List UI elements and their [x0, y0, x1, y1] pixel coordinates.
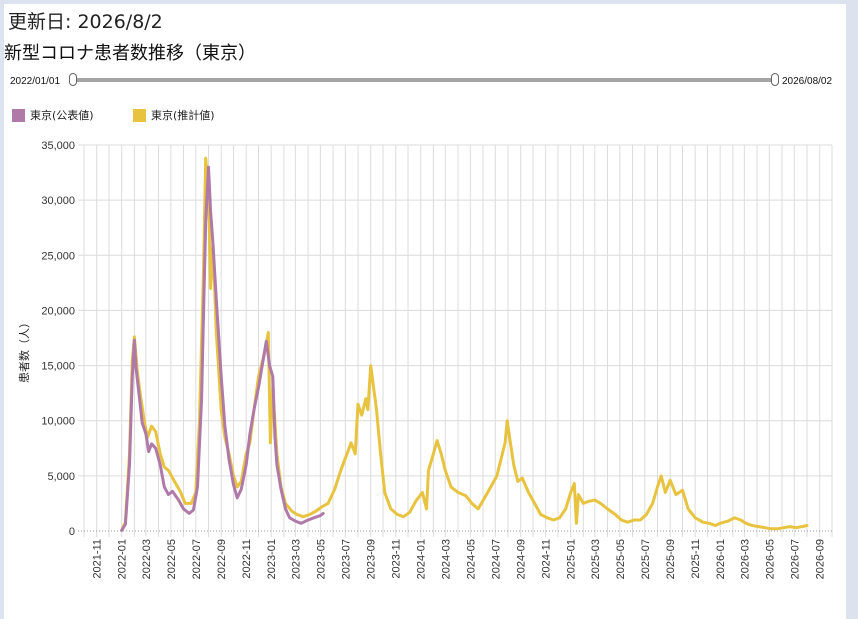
y-tick-label: 20,000: [41, 305, 75, 317]
x-tick-label: 2022-01: [117, 539, 129, 579]
series-line-estimated: [120, 156, 809, 532]
y-tick-label: 10,000: [41, 416, 75, 428]
x-tick-label: 2022-05: [166, 539, 178, 579]
x-tick-label: 2026-05: [764, 539, 776, 579]
x-tick-label: 2024-09: [516, 539, 528, 579]
x-tick-label: 2025-05: [615, 539, 627, 579]
y-tick-label: 0: [69, 526, 75, 538]
x-tick-label: 2025-01: [566, 539, 578, 579]
x-tick-label: 2022-03: [141, 539, 153, 579]
x-tick-label: 2026-01: [715, 539, 727, 579]
x-tick-label: 2023-07: [340, 539, 352, 579]
x-tick-label: 2025-11: [690, 539, 702, 579]
y-tick-label: 15,000: [41, 361, 75, 373]
x-tick-label: 2023-05: [315, 539, 327, 579]
y-axis-label: 患者数（人）: [18, 317, 31, 383]
y-tick-label: 5,000: [47, 471, 75, 483]
x-tick-label: 2026-03: [739, 539, 751, 579]
x-tick-label: 2023-01: [266, 539, 278, 579]
x-tick-label: 2023-03: [290, 539, 302, 579]
x-tick-label: 2025-03: [590, 539, 602, 579]
x-tick-label: 2026-09: [815, 539, 827, 579]
x-tick-label: 2024-05: [465, 539, 477, 579]
y-tick-label: 25,000: [41, 250, 75, 262]
x-tick-label: 2022-07: [191, 539, 203, 579]
x-tick-label: 2025-07: [640, 539, 652, 579]
x-tick-label: 2022-11: [241, 539, 253, 579]
x-tick-label: 2026-07: [789, 539, 801, 579]
y-tick-label: 30,000: [41, 195, 75, 207]
x-tick-label: 2024-07: [490, 539, 502, 579]
x-tick-label: 2022-09: [216, 539, 228, 579]
line-chart: 0 5,000 10,000 15,000 20,000 25,000 30,000 35,0…: [18, 140, 833, 579]
x-tick-label: 2023-09: [366, 539, 378, 579]
x-tick-label: 2024-03: [440, 539, 452, 579]
x-tick-label: 2024-01: [416, 539, 428, 579]
y-tick-label: 35,000: [41, 140, 75, 152]
x-tick-label: 2025-09: [665, 539, 677, 579]
x-tick-label: 2024-11: [541, 539, 553, 579]
x-tick-label: 2021-11: [92, 539, 104, 579]
x-tick-label: 2023-11: [391, 539, 403, 579]
